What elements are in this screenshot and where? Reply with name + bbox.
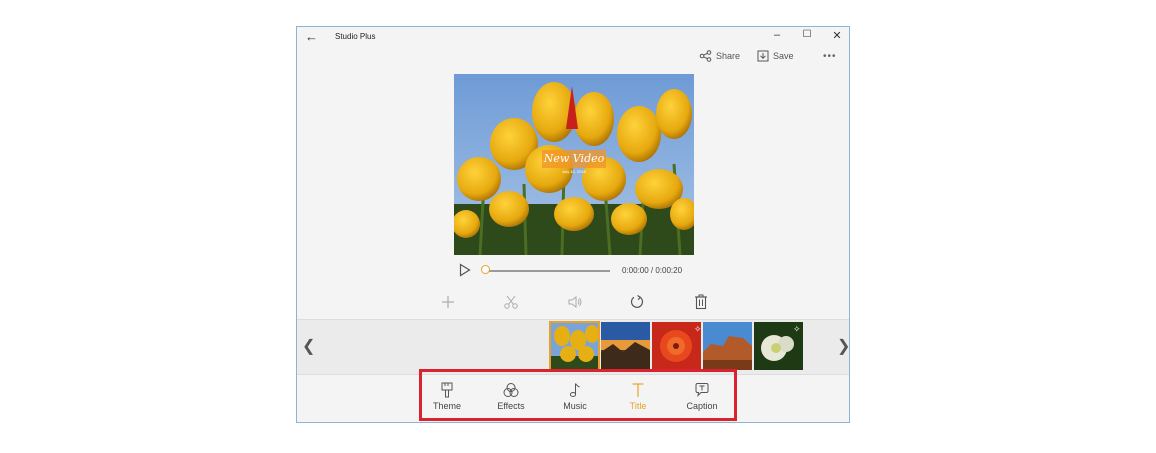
add-icon[interactable]	[440, 294, 456, 310]
video-title-overlay: New Video	[542, 150, 606, 168]
tulips-thumbnail-image	[550, 322, 599, 370]
sunset-thumbnail-image	[601, 322, 650, 370]
more-options-icon[interactable]: •••	[823, 51, 837, 62]
canyon-thumbnail-image	[703, 322, 752, 370]
highlight-box	[419, 369, 737, 421]
volume-icon[interactable]	[567, 294, 583, 310]
maximize-button[interactable]: ☐	[797, 29, 817, 40]
play-icon[interactable]	[459, 263, 471, 277]
delete-icon[interactable]	[694, 294, 708, 310]
save-icon	[757, 50, 769, 62]
clip-thumbnail-sunset[interactable]	[601, 322, 650, 370]
seek-track[interactable]	[482, 270, 610, 272]
svg-text:✧: ✧	[694, 325, 701, 335]
share-label: Share	[716, 51, 741, 61]
back-arrow-icon[interactable]: ←	[305, 29, 318, 44]
share-icon	[699, 50, 712, 62]
clip-thumbnail-tulips[interactable]	[549, 321, 600, 371]
share-button[interactable]: Share	[699, 50, 740, 62]
rotate-icon[interactable]	[629, 294, 645, 310]
save-label: Save	[773, 51, 794, 61]
save-button[interactable]: Save	[757, 50, 794, 62]
storyboard-strip: ❮ ❯ ✧ ✧	[297, 319, 850, 375]
app-window: ← Studio Plus – ☐ ✕ Share Save ••• New V…	[296, 26, 850, 423]
white-flower-thumbnail-image: ✧	[754, 322, 803, 370]
video-preview[interactable]: New Video July 10, 2015	[454, 74, 694, 255]
red-flower-thumbnail-image: ✧	[652, 322, 701, 370]
svg-text:✧: ✧	[793, 325, 801, 335]
clip-thumbnail-canyon[interactable]	[703, 322, 752, 370]
clip-thumbnail-white-flower[interactable]: ✧	[754, 322, 803, 370]
close-button[interactable]: ✕	[827, 29, 847, 42]
title-bar: ← Studio Plus – ☐ ✕	[297, 27, 849, 49]
video-subtitle-overlay: July 10, 2015	[562, 169, 586, 174]
app-title: Studio Plus	[335, 32, 376, 41]
trim-scissors-icon[interactable]	[503, 294, 519, 310]
storyboard-next-icon[interactable]: ❯	[837, 336, 850, 356]
seek-handle[interactable]	[481, 265, 490, 274]
playback-time: 0:00:00 / 0:00:20	[622, 266, 683, 275]
storyboard-prev-icon[interactable]: ❮	[302, 336, 315, 356]
clip-thumbnail-red-flower[interactable]: ✧	[652, 322, 701, 370]
minimize-button[interactable]: –	[767, 29, 787, 41]
